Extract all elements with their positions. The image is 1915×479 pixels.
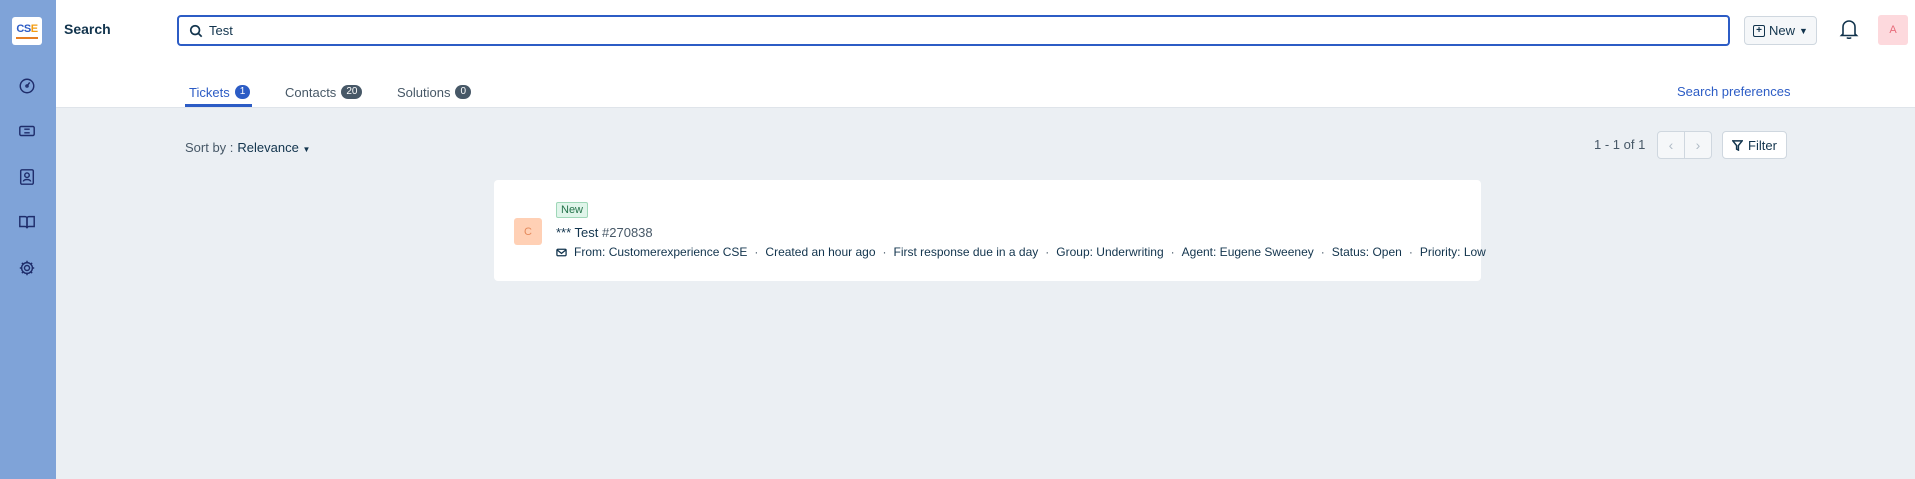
- tab-count-badge: 20: [341, 85, 363, 99]
- dashboard-icon[interactable]: [17, 76, 37, 96]
- search-preferences-link[interactable]: Search preferences: [1677, 84, 1790, 99]
- status-badge: New: [556, 202, 589, 218]
- email-icon: [556, 248, 567, 256]
- ticket-meta: From: Customerexperience CSE · Created a…: [556, 245, 1486, 259]
- tab-solutions[interactable]: Solutions 0: [397, 82, 472, 102]
- next-page-button[interactable]: ›: [1684, 131, 1712, 159]
- sidebar: CSE: [0, 0, 56, 479]
- solutions-icon[interactable]: [17, 212, 37, 232]
- requester-avatar: C: [514, 218, 542, 245]
- tab-count-badge: 1: [234, 85, 251, 99]
- search-box[interactable]: [177, 15, 1730, 46]
- sort-value: Relevance: [237, 140, 299, 155]
- new-button[interactable]: + New ▼: [1744, 16, 1817, 45]
- contacts-icon[interactable]: [17, 167, 37, 187]
- notifications-bell-icon[interactable]: [1839, 18, 1859, 40]
- filter-icon: [1732, 139, 1744, 151]
- previous-page-button[interactable]: ‹: [1657, 131, 1685, 159]
- tab-count-badge: 0: [455, 85, 472, 99]
- search-input[interactable]: [209, 23, 1709, 38]
- plus-icon: +: [1753, 24, 1766, 37]
- filter-button[interactable]: Filter: [1722, 131, 1787, 159]
- tab-contacts[interactable]: Contacts 20: [285, 82, 363, 102]
- chevron-right-icon: ›: [1695, 137, 1701, 153]
- chevron-left-icon: ‹: [1668, 137, 1674, 153]
- ticket-title[interactable]: *** Test #270838: [556, 225, 653, 240]
- ticket-result-card[interactable]: C New *** Test #270838 From: Customerexp…: [494, 180, 1486, 281]
- search-icon: [189, 24, 203, 37]
- sort-control[interactable]: Sort by : Relevance ▼: [185, 140, 310, 155]
- ticket-id: #270838: [602, 225, 653, 240]
- chevron-down-icon: ▼: [1799, 25, 1808, 36]
- requester-name[interactable]: Customerexperience CSE: [609, 245, 748, 259]
- tickets-icon[interactable]: [17, 121, 37, 141]
- app-logo[interactable]: CSE: [12, 17, 42, 45]
- active-tab-indicator: [185, 104, 252, 107]
- page-title: Search: [64, 21, 111, 37]
- chevron-down-icon: ▼: [302, 145, 311, 154]
- settings-icon[interactable]: [17, 258, 37, 278]
- user-avatar[interactable]: A: [1878, 15, 1908, 45]
- tab-tickets[interactable]: Tickets 1: [189, 82, 251, 102]
- pagination-text: 1 - 1 of 1: [1594, 137, 1646, 152]
